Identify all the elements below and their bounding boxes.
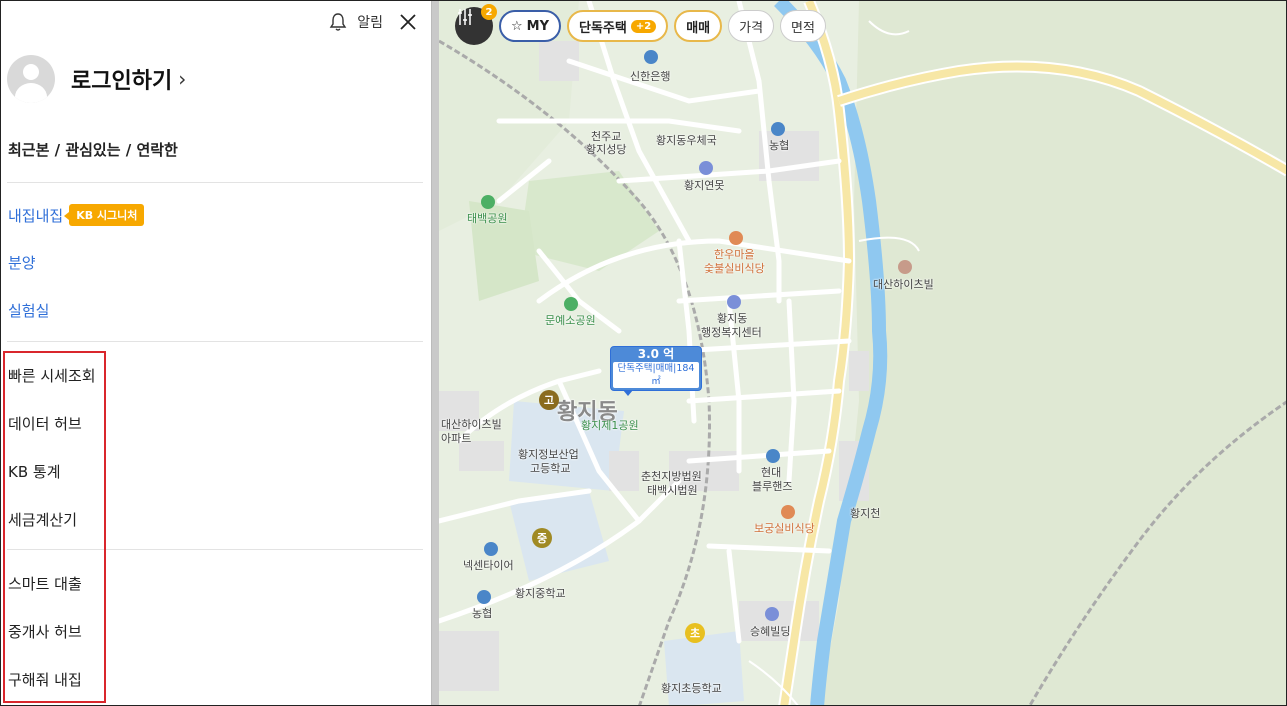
star-icon: ☆ (511, 18, 523, 34)
map-label-park-1[interactable]: 황지제1공원 (581, 417, 639, 433)
government-icon[interactable] (727, 295, 741, 309)
login-label: 로그인하기 (71, 69, 173, 94)
elementary-school-marker[interactable]: 초 (685, 623, 705, 643)
filter-button[interactable]: 2 (455, 4, 497, 45)
deal-type-chip[interactable]: 매매 (674, 10, 723, 42)
chip-label: 면적 (791, 20, 815, 36)
listing-price-marker[interactable]: 3.0 억 단독주택|매매|184㎡ (610, 346, 702, 396)
map-label-shinhan-bank[interactable]: 신한은행 (630, 68, 670, 84)
apartment-icon[interactable] (898, 260, 912, 274)
map-label-hwangji-pond[interactable]: 황지연못 (684, 177, 724, 193)
map-label-daesan-apt-2[interactable]: 아파트 (441, 430, 471, 446)
more-types-badge: +2 (630, 19, 657, 33)
side-menu: 알림 로그인하기 › 최근본 / 관심있는 / 연락한 내집내집 KB 시그니처… (1, 1, 431, 705)
park-icon[interactable] (564, 297, 578, 311)
high-school-marker[interactable]: 고 (539, 390, 559, 410)
filter-count-badge: 2 (481, 4, 497, 20)
app-window: 알림 로그인하기 › 최근본 / 관심있는 / 연락한 내집내집 KB 시그니처… (0, 0, 1287, 706)
map-label-court-2[interactable]: 태백시법원 (647, 482, 698, 498)
map-label-hwangji-stream[interactable]: 황지천 (850, 505, 880, 521)
sidebar-topbar: 알림 (327, 11, 419, 33)
chip-label: MY (526, 18, 550, 34)
menu-item-naejip[interactable]: 내집내집 KB 시그니처 (8, 204, 145, 226)
my-filter-chip[interactable]: ☆ MY (499, 10, 562, 42)
listing-description: 단독주택|매매|184㎡ (613, 362, 699, 388)
car-service-icon[interactable] (766, 449, 780, 463)
bank-icon[interactable] (771, 122, 785, 136)
filter-bar: 2 ☆ MY 단독주택 +2 매매 가격 면적 (455, 4, 826, 45)
map-label-nonghyup-2[interactable]: 농협 (472, 605, 492, 621)
bank-icon[interactable] (477, 590, 491, 604)
kb-signature-badge: KB 시그니처 (64, 204, 145, 226)
avatar (7, 55, 55, 103)
map-label-elementary-school[interactable]: 황지초등학교 (661, 680, 722, 696)
house-type-chip[interactable]: 단독주택 +2 (567, 10, 669, 42)
map-label-nonghyup[interactable]: 농협 (769, 137, 789, 153)
map-label-taebaek-park[interactable]: 태백공원 (467, 210, 507, 226)
map-label-admin-center[interactable]: 행정복지센터 (701, 324, 762, 340)
divider (7, 182, 423, 183)
park-icon[interactable] (481, 195, 495, 209)
alarm-label[interactable]: 알림 (357, 12, 383, 32)
map-label-nexen[interactable]: 넥센타이어 (463, 557, 514, 573)
map-label-high-school-2[interactable]: 고등학교 (530, 460, 570, 476)
map-label-charcoal-restaurant[interactable]: 숯불실비식당 (704, 260, 765, 276)
menu-item-lab[interactable]: 실험실 (8, 300, 49, 321)
menu-item-label: 내집내집 (8, 206, 64, 225)
area-chip[interactable]: 면적 (780, 10, 826, 42)
price-value: 3.0 억 (637, 347, 675, 361)
map-label-post-office[interactable]: 황지동우체국 (656, 132, 717, 148)
menu-item-label: 실험실 (8, 302, 50, 320)
sliders-icon (458, 9, 472, 25)
divider (7, 341, 423, 342)
map-view[interactable]: 신한은행 천주교 황지성당 황지동우체국 농협 황지연못 태백공원 한우마을 숯… (439, 1, 1286, 705)
restaurant-icon[interactable] (729, 231, 743, 245)
map-label-bogung-restaurant[interactable]: 보궁실비식당 (754, 520, 815, 536)
menu-item-bunyang[interactable]: 분양 (8, 252, 36, 273)
chip-label: 가격 (739, 20, 764, 36)
map-label-daesan-heights[interactable]: 대산하이츠빌 (873, 276, 934, 292)
bell-icon[interactable] (327, 11, 349, 33)
panel-resize-handle[interactable] (431, 1, 439, 705)
recent-favorites-contacted[interactable]: 최근본 / 관심있는 / 연락한 (8, 139, 178, 160)
close-icon[interactable] (397, 11, 419, 33)
bank-icon[interactable] (644, 50, 658, 64)
price-chip[interactable]: 가격 (728, 10, 775, 42)
profile-login[interactable]: 로그인하기 › (7, 55, 186, 103)
chip-label: 매매 (686, 20, 711, 36)
highlight-box (3, 351, 106, 703)
map-label-hyundai-2[interactable]: 블루핸즈 (752, 478, 792, 494)
menu-item-label: 분양 (8, 254, 36, 272)
landmark-icon[interactable] (699, 161, 713, 175)
map-label-middle-school[interactable]: 황지중학교 (515, 585, 566, 601)
map-label-seunghye-building[interactable]: 승혜빌딩 (750, 623, 790, 639)
car-service-icon[interactable] (484, 542, 498, 556)
building-icon[interactable] (765, 607, 779, 621)
restaurant-icon[interactable] (781, 505, 795, 519)
map-canvas (439, 1, 1286, 705)
map-label-catholic-2[interactable]: 황지성당 (586, 141, 626, 157)
login-link[interactable]: 로그인하기 › (71, 63, 186, 95)
middle-school-marker[interactable]: 중 (532, 528, 552, 548)
chip-label: 단독주택 (579, 20, 627, 36)
chevron-right-icon: › (178, 67, 187, 91)
map-label-munye-park[interactable]: 문예소공원 (545, 312, 596, 328)
